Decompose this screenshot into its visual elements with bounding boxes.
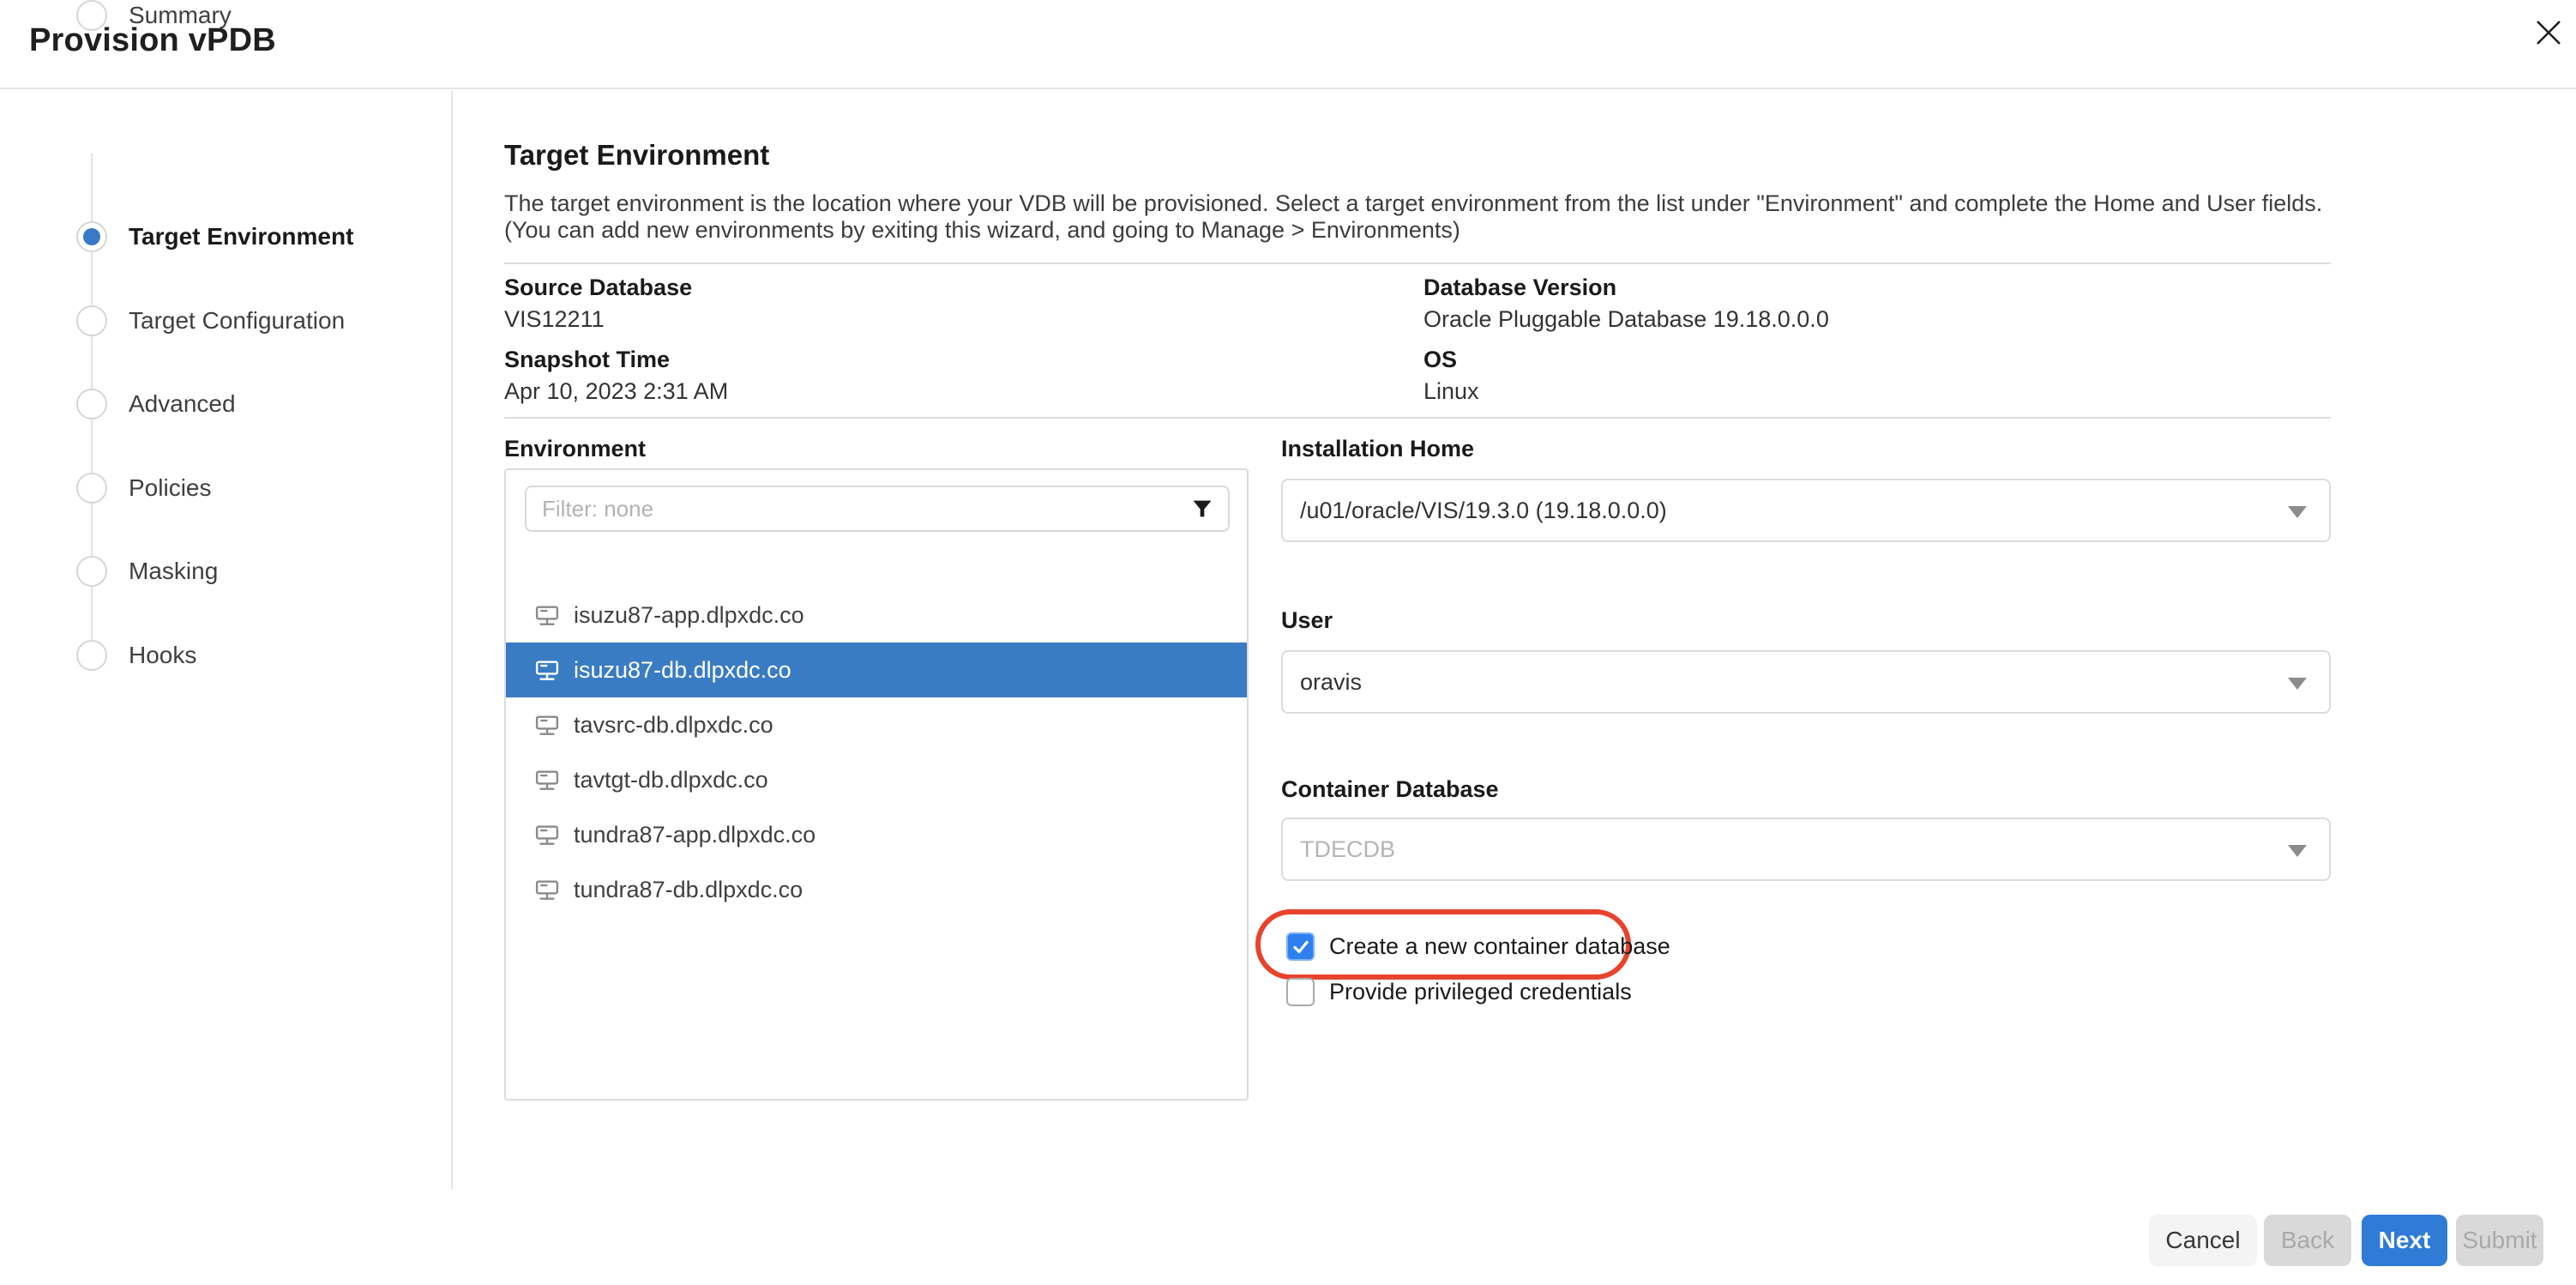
environment-name: tavtgt-db.dlpxdc.co: [574, 767, 768, 793]
info-label: Snapshot Time: [504, 347, 728, 373]
environment-list-item-selected[interactable]: isuzu87-db.dlpxdc.co: [506, 642, 1247, 697]
checkbox-unchecked[interactable]: [1286, 978, 1315, 1006]
environment-list: isuzu87-app.dlpxdc.co isuzu87-db.dlpxdc.…: [506, 588, 1247, 917]
host-icon: [534, 712, 560, 738]
info-database-version: Database Version Oracle Pluggable Databa…: [1423, 274, 1829, 333]
info-os: OS Linux: [1423, 347, 1479, 405]
environment-list-item[interactable]: tavtgt-db.dlpxdc.co: [506, 752, 1247, 807]
info-label: Database Version: [1423, 274, 1829, 301]
chevron-down-icon: [2288, 506, 2307, 518]
provision-vpdb-dialog: Provision vPDB Target Environment Target…: [0, 0, 2576, 1285]
provide-privileged-credentials-checkbox-row[interactable]: Provide privileged credentials: [1286, 978, 1632, 1006]
divider: [504, 262, 2331, 264]
host-icon: [534, 602, 560, 628]
step-label: Policies: [129, 474, 211, 502]
step-dot: [76, 473, 107, 504]
back-button[interactable]: Back: [2264, 1215, 2351, 1266]
create-new-container-checkbox-row[interactable]: Create a new container database: [1286, 932, 1670, 961]
next-button[interactable]: Next: [2362, 1215, 2447, 1266]
close-button[interactable]: [2525, 9, 2573, 57]
step-dot: [76, 305, 107, 336]
submit-button[interactable]: Submit: [2456, 1215, 2543, 1266]
environment-list-item[interactable]: tundra87-db.dlpxdc.co: [506, 862, 1247, 917]
checkbox-label: Provide privileged credentials: [1329, 979, 1632, 1005]
info-label: Source Database: [504, 274, 692, 301]
info-value: VIS12211: [504, 306, 692, 333]
chevron-down-icon: [2288, 678, 2307, 690]
environment-name: tundra87-app.dlpxdc.co: [574, 822, 816, 848]
environment-filter: [525, 486, 1230, 532]
step-label: Masking: [129, 558, 218, 585]
environment-list-item[interactable]: tundra87-app.dlpxdc.co: [506, 807, 1247, 862]
step-label: Summary: [129, 2, 232, 29]
info-snapshot-time: Snapshot Time Apr 10, 2023 2:31 AM: [504, 347, 728, 405]
host-icon: [534, 657, 560, 683]
filter-funnel-icon[interactable]: [1190, 497, 1214, 521]
chevron-down-icon: [2288, 845, 2307, 857]
step-label: Target Environment: [129, 223, 353, 250]
environment-filter-input[interactable]: [525, 486, 1230, 532]
step-dot-active: [76, 221, 107, 252]
step-label: Advanced: [129, 390, 236, 418]
step-label: Target Configuration: [129, 307, 345, 335]
section-heading: Target Environment: [504, 139, 769, 172]
step-advanced[interactable]: Advanced: [76, 389, 236, 419]
installation-home-label: Installation Home: [1281, 436, 1474, 462]
installation-home-value: /u01/oracle/VIS/19.3.0 (19.18.0.0.0): [1300, 498, 1667, 524]
step-dot: [76, 389, 107, 419]
container-database-select[interactable]: TDECDB: [1281, 817, 2331, 881]
user-select[interactable]: oravis: [1281, 650, 2331, 714]
environment-name: isuzu87-db.dlpxdc.co: [574, 657, 791, 684]
host-icon: [534, 767, 560, 793]
step-dot: [76, 640, 107, 671]
info-value: Oracle Pluggable Database 19.18.0.0.0: [1423, 306, 1829, 333]
step-dot: [76, 556, 107, 587]
cancel-button[interactable]: Cancel: [2149, 1215, 2257, 1266]
checkbox-checked[interactable]: [1286, 932, 1315, 961]
environment-label: Environment: [504, 436, 646, 462]
environment-list-item[interactable]: isuzu87-app.dlpxdc.co: [506, 588, 1247, 642]
environment-name: tundra87-db.dlpxdc.co: [574, 877, 803, 903]
environment-name: isuzu87-app.dlpxdc.co: [574, 602, 804, 629]
host-icon: [534, 877, 560, 902]
step-masking[interactable]: Masking: [76, 556, 218, 587]
divider: [504, 417, 2331, 419]
info-source-database: Source Database VIS12211: [504, 274, 692, 333]
step-label: Hooks: [129, 642, 196, 669]
installation-home-select[interactable]: /u01/oracle/VIS/19.3.0 (19.18.0.0.0): [1281, 479, 2331, 542]
step-policies[interactable]: Policies: [76, 473, 211, 504]
step-summary[interactable]: Summary: [76, 0, 232, 31]
close-icon: [2532, 16, 2565, 49]
sidebar-divider: [451, 91, 453, 1189]
user-label: User: [1281, 607, 1333, 634]
environment-panel: isuzu87-app.dlpxdc.co isuzu87-db.dlpxdc.…: [504, 468, 1249, 1101]
info-value: Apr 10, 2023 2:31 AM: [504, 378, 728, 405]
host-icon: [534, 822, 560, 848]
dialog-header: Provision vPDB: [0, 0, 2576, 89]
info-label: OS: [1423, 347, 1479, 373]
user-value: oravis: [1300, 669, 1362, 696]
container-database-value: TDECDB: [1300, 836, 1395, 863]
info-value: Linux: [1423, 378, 1479, 405]
check-icon: [1291, 938, 1310, 956]
step-hooks[interactable]: Hooks: [76, 640, 196, 671]
step-target-environment[interactable]: Target Environment: [76, 221, 353, 252]
step-dot: [76, 0, 107, 31]
container-database-label: Container Database: [1281, 776, 1499, 803]
checkbox-label: Create a new container database: [1329, 933, 1670, 960]
environment-name: tavsrc-db.dlpxdc.co: [574, 712, 773, 739]
environment-list-item[interactable]: tavsrc-db.dlpxdc.co: [506, 697, 1247, 752]
step-target-configuration[interactable]: Target Configuration: [76, 305, 345, 336]
section-description: The target environment is the location w…: [504, 190, 2335, 244]
